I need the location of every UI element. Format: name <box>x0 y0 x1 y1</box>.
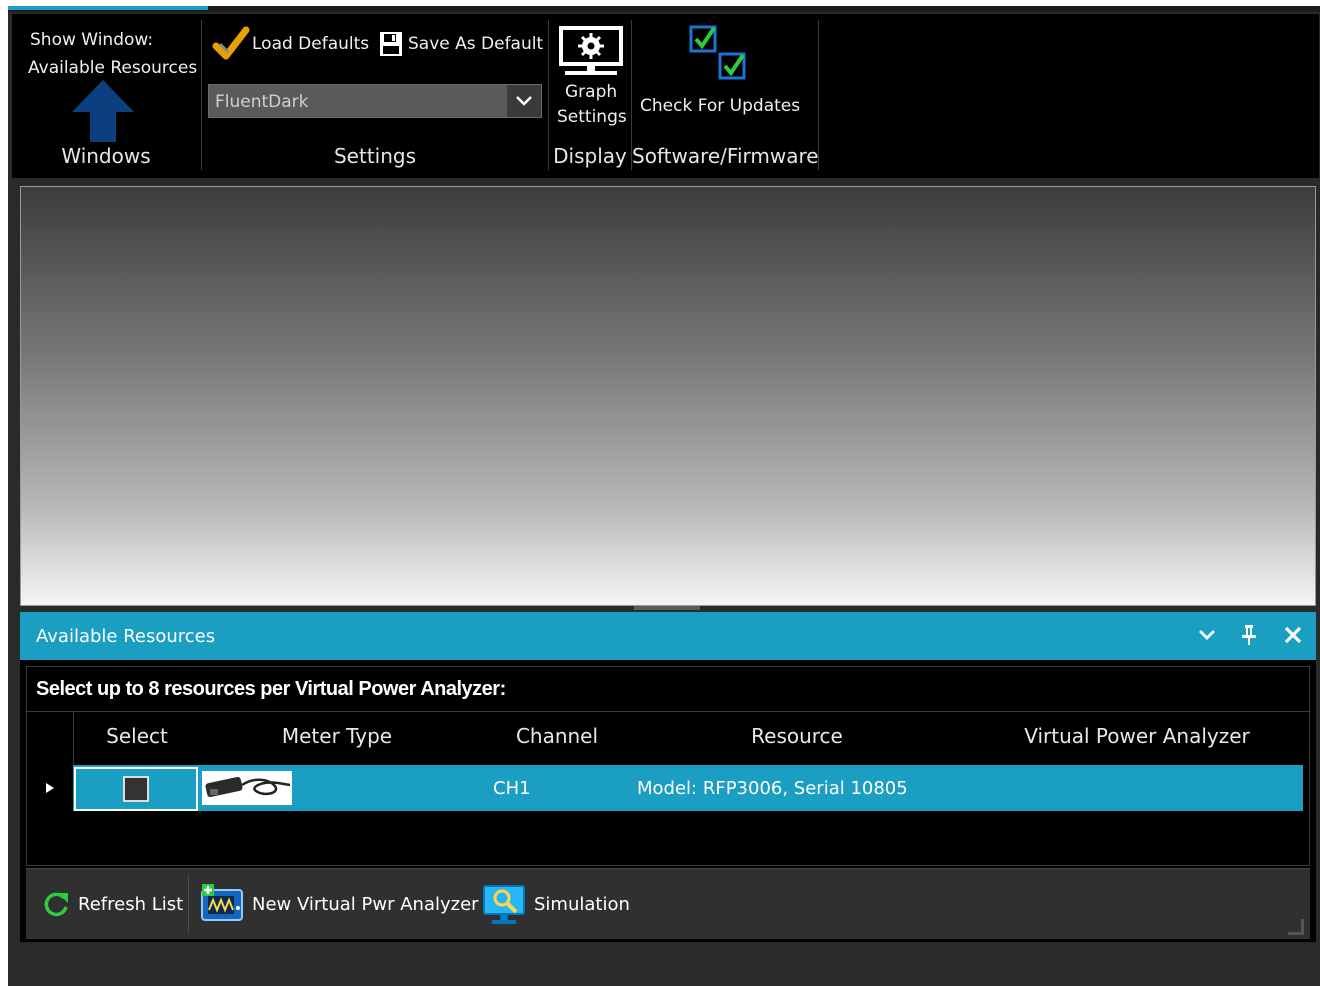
load-defaults-label: Load Defaults <box>252 34 370 54</box>
simulation-icon <box>483 885 525 924</box>
software-firmware-group-label: Software/Firmware <box>632 144 819 168</box>
row-header-corner <box>27 712 74 764</box>
save-as-default-button[interactable]: Save As Default <box>378 26 544 60</box>
windows-group: Show Window: Available Resources Windows <box>12 20 200 170</box>
column-header-virtual-power-analyzer[interactable]: Virtual Power Analyzer <box>987 724 1287 748</box>
load-defaults-button[interactable]: Load Defaults <box>210 26 372 60</box>
refresh-list-button[interactable]: Refresh List <box>42 869 183 939</box>
column-header-channel[interactable]: Channel <box>487 724 627 748</box>
resource-cell: Model: RFP3006, Serial 10805 <box>637 778 908 799</box>
app-window: Show Window: Available Resources Windows… <box>8 6 1320 986</box>
windows-group-label: Windows <box>61 144 151 168</box>
panel-header: Available Resources <box>20 612 1316 660</box>
checkmark-icon <box>212 26 250 60</box>
monitor-gear-icon <box>559 26 623 75</box>
refresh-icon <box>44 892 68 917</box>
power-sensor-image <box>202 771 292 805</box>
new-virtual-pwr-analyzer-label: New Virtual Pwr Analyzer <box>252 893 479 915</box>
close-icon[interactable] <box>1280 622 1306 648</box>
instruction-text: Select up to 8 resources per Virtual Pow… <box>36 678 506 700</box>
new-analyzer-icon <box>201 884 243 921</box>
theme-value: FluentDark <box>215 92 309 112</box>
checkbox-checked-icon <box>689 25 746 80</box>
active-tab-indicator <box>8 6 208 10</box>
resources-grid: Select Meter Type Channel Resource Virtu… <box>26 712 1310 866</box>
save-icon <box>380 32 402 56</box>
graph-settings-button[interactable]: Graph Settings <box>549 20 631 138</box>
check-for-updates-button[interactable]: Check For Updates <box>632 20 818 138</box>
table-row[interactable]: CH1 Model: RFP3006, Serial 10805 <box>27 765 1303 811</box>
ribbon: Show Window: Available Resources Windows… <box>12 14 1319 178</box>
column-header-resource[interactable]: Resource <box>717 724 877 748</box>
available-resources-label: Available Resources <box>28 58 198 78</box>
settings-group-label: Settings <box>333 144 417 168</box>
simulation-button[interactable]: Simulation <box>482 869 630 939</box>
simulation-label: Simulation <box>534 893 630 915</box>
display-group-label: Display <box>553 144 627 168</box>
chevron-down-icon[interactable] <box>507 85 541 117</box>
graph-settings-label-2: Settings <box>557 107 627 127</box>
chevron-down-icon[interactable] <box>1194 622 1220 648</box>
panel-title: Available Resources <box>36 626 216 647</box>
row-indicator-icon <box>27 765 73 811</box>
graph-area[interactable] <box>20 186 1316 606</box>
up-arrow-icon <box>72 80 134 142</box>
show-window-label: Show Window: <box>30 30 154 50</box>
column-header-select[interactable]: Select <box>77 724 197 748</box>
display-group: Graph Settings Display <box>549 20 631 170</box>
refresh-list-label: Refresh List <box>78 893 184 915</box>
toolbar-separator <box>188 875 189 933</box>
title-strip <box>8 6 1320 12</box>
new-virtual-pwr-analyzer-button[interactable]: New Virtual Pwr Analyzer <box>200 869 479 939</box>
show-available-resources-button[interactable]: Show Window: Available Resources <box>12 20 200 142</box>
save-as-default-label: Save As Default <box>408 34 544 54</box>
resize-grip[interactable] <box>1288 919 1304 935</box>
available-resources-panel: Available Resources Select up to 8 resou… <box>20 612 1316 942</box>
column-header-meter-type[interactable]: Meter Type <box>257 724 417 748</box>
software-firmware-group: Check For Updates Software/Firmware <box>632 20 819 170</box>
pin-icon[interactable] <box>1236 622 1262 648</box>
ribbon-separator <box>818 20 819 170</box>
theme-dropdown[interactable]: FluentDark <box>208 84 542 118</box>
panel-toolbar: Refresh List New Virtual Pwr Analyzer Si… <box>26 868 1310 939</box>
select-checkbox[interactable] <box>123 776 149 802</box>
select-cell[interactable] <box>74 767 198 811</box>
check-for-updates-label: Check For Updates <box>640 96 801 116</box>
splitter-handle[interactable] <box>634 606 700 610</box>
graph-settings-label-1: Graph <box>565 82 618 102</box>
instruction-bar: Select up to 8 resources per Virtual Pow… <box>26 666 1310 712</box>
channel-cell: CH1 <box>493 778 531 799</box>
